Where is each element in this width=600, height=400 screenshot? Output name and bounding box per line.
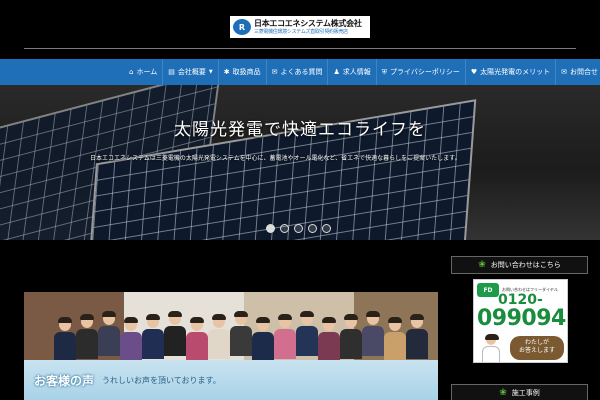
phone-number: 099094 [477,306,566,331]
caret-down-icon: ▼ [208,69,213,75]
customer-voice-title: お客様の声 [34,373,95,388]
logo-company-name: 日本エコエネシステム株式会社 [254,18,362,28]
customer-person [164,311,186,356]
free-dial-icon: FD [477,283,499,297]
nav-item-4[interactable]: ♟ 求人情報 [327,59,375,85]
free-dial-banner[interactable]: FD お問い合わせはフリーダイヤル 0120- 099094 わたしが お答えし… [473,279,568,363]
customer-person [406,314,428,359]
heart-icon: ♥ [470,68,478,76]
sidebar-contact-heading: ❀ お問い合わせはこちら [451,256,588,274]
slider-pagination [266,224,331,233]
nav-item-2[interactable]: ✱ 取扱商品 [217,59,266,85]
hero-title: 太陽光発電で快適エコライフを [174,120,426,140]
nav-item-7[interactable]: ✉お問合せ▼ [555,59,600,85]
hero-subtitle: 日本エコエネシステムは三菱電機の太陽光発電システムを中心に、蓄電池やオール電化な… [90,155,461,162]
leaf-icon: ❀ [478,260,486,270]
customer-person [296,311,318,356]
customer-person [384,317,406,362]
chat-icon: ✉ [271,68,278,76]
customer-person [252,317,274,362]
staff-avatar [482,334,500,362]
slider-dot-4[interactable] [308,224,317,233]
nav-item-label: 求人情報 [342,68,371,76]
header-divider [24,48,576,49]
nav-item-label: お問合せ [570,68,599,76]
person-icon: ♟ [333,68,340,76]
slider-dot-1[interactable] [266,224,275,233]
gear-icon: ✱ [223,68,230,76]
company-logo[interactable]: R 日本エコエネシステム株式会社 三菱電機住環境システムズ直取引契約販売店 [230,16,370,38]
nav-item-1[interactable]: ▤ 会社概要 ▼ [162,59,217,85]
sidebar-cases-heading: ❀ 施工事例 [451,384,588,400]
nav-item-3[interactable]: ✉ よくある質問 [265,59,328,85]
logo-mark-icon: R [233,19,251,35]
speech-bubble: わたしが お答えします [510,336,564,360]
customer-person [186,317,208,362]
customer-person [120,317,142,362]
shield-icon: ⛨ [381,67,388,76]
building-icon: ▤ [168,68,175,76]
customer-person [98,311,120,356]
leaf-icon: ❀ [499,388,507,398]
customer-person [230,311,252,356]
page: R 日本エコエネシステム株式会社 三菱電機住環境システムズ直取引契約販売店 ⌂ ホ… [0,0,600,400]
customer-voice-subtitle: うれしいお声を頂いております。 [102,375,221,385]
customer-person [362,311,384,356]
nav-item-label: 会社概要 [177,68,206,76]
customer-person [274,314,296,359]
customer-voice-banner[interactable]: お客様の声 うれしいお声を頂いております。 [24,292,438,400]
nav-item-0[interactable]: ⌂ ホーム [124,59,162,85]
nav-item-label: 取扱商品 [232,68,261,76]
customer-person [340,314,362,359]
nav-item-label: プライバシーポリシー [390,68,460,76]
nav-item-label: ホーム [136,68,158,76]
home-icon: ⌂ [129,68,134,76]
mail-icon: ✉ [561,68,568,76]
nav-item-6[interactable]: ♥ 太陽光発電のメリット [464,59,555,85]
main-navigation: ⌂ ホーム ▤ 会社概要 ▼ ✱ 取扱商品 ✉ よくある質問 ♟ 求人情報 ⛨ プライバシーポリシー ♥ 太… [0,59,600,85]
slider-dot-3[interactable] [294,224,303,233]
customer-person [142,314,164,359]
slider-dot-5[interactable] [322,224,331,233]
customer-person [54,317,76,362]
customer-voice-caption: お客様の声 うれしいお声を頂いております。 [24,360,438,400]
customer-person [318,317,340,362]
nav-item-5[interactable]: ⛨ プライバシーポリシー [375,59,465,85]
customer-person [76,314,98,359]
hero-slider: 太陽光発電で快適エコライフを 日本エコエネシステムは三菱電機の太陽光発電システム… [0,85,600,240]
customer-person [208,314,230,359]
slider-dot-2[interactable] [280,224,289,233]
nav-item-label: 太陽光発電のメリット [480,68,551,76]
logo-tagline: 三菱電機住環境システムズ直取引契約販売店 [254,28,348,35]
nav-item-label: よくある質問 [280,68,323,76]
